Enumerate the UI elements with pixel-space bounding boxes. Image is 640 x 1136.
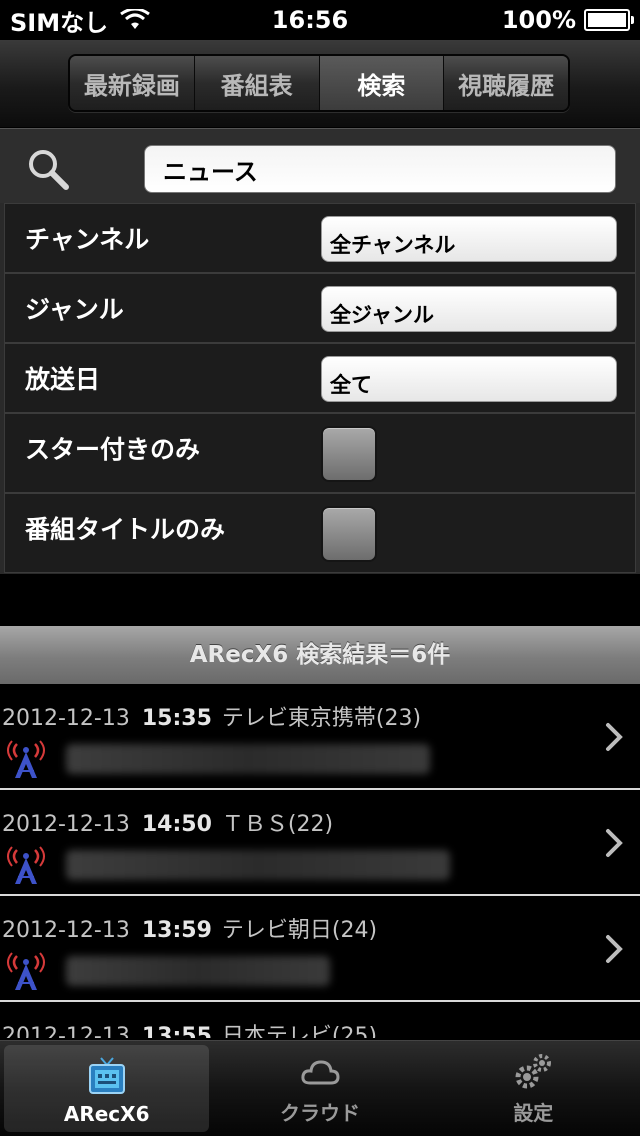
tab-watch-history[interactable]: 視聴履歴: [444, 56, 568, 110]
list-item[interactable]: 2012-12-13 13:55 日本テレビ(25): [0, 1002, 640, 1038]
genre-row: ジャンル 全ジャンル: [4, 273, 636, 343]
channel-row: チャンネル 全チャンネル: [4, 203, 636, 273]
results-header: ARecX6 検索結果＝6件: [0, 626, 640, 684]
blurred-title: [66, 850, 450, 880]
chevron-right-icon: [606, 723, 623, 751]
navigation-bar: 最新録画 番組表 検索 視聴履歴: [0, 40, 640, 128]
tv-icon: [88, 1057, 125, 1094]
date-select[interactable]: 全て: [321, 356, 617, 402]
result-time: 14:50: [141, 812, 212, 837]
antenna-icon: [7, 740, 45, 778]
title-only-row: 番組タイトルのみ: [4, 493, 636, 573]
result-channel: ＴＢＳ(22): [221, 812, 334, 837]
starred-only-row: スター付きのみ: [4, 413, 636, 493]
carrier-label: SIMなし: [10, 8, 109, 37]
tabbar-item-cloud[interactable]: クラウド: [217, 1045, 422, 1132]
blurred-title: [66, 956, 330, 986]
genre-select[interactable]: 全ジャンル: [321, 286, 617, 332]
result-date: 2012-12-13: [2, 1024, 130, 1038]
cloud-icon: [301, 1060, 340, 1085]
title-only-checkbox[interactable]: [321, 506, 377, 562]
search-form: チャンネル 全チャンネル ジャンル 全ジャンル 放送日 全て スター付きのみ 番…: [0, 128, 640, 574]
result-date: 2012-12-13: [2, 812, 130, 837]
tabbar-item-arecx6[interactable]: ARecX6: [4, 1045, 210, 1132]
battery-icon: [584, 9, 634, 31]
date-label: 放送日: [25, 365, 101, 394]
gears-icon: [515, 1054, 552, 1089]
channel-label: チャンネル: [25, 225, 150, 254]
tabbar-item-settings[interactable]: 設定: [431, 1045, 636, 1132]
tab-bar: ARecX6 クラウド 設定: [0, 1040, 640, 1136]
starred-only-label: スター付きのみ: [25, 435, 201, 464]
result-channel: テレビ朝日(24): [221, 918, 378, 943]
list-item[interactable]: 2012-12-13 15:35 テレビ東京携帯(23): [0, 684, 640, 790]
tabbar-label: ARecX6: [63, 1102, 150, 1126]
genre-label: ジャンル: [25, 295, 124, 324]
tab-program-guide[interactable]: 番組表: [194, 56, 320, 110]
result-channel: テレビ東京携帯(23): [221, 706, 422, 731]
wifi-icon: [120, 9, 150, 29]
result-time: 13:59: [141, 918, 212, 943]
antenna-icon: [7, 952, 45, 990]
battery-percent: 100%: [501, 6, 576, 34]
result-channel: 日本テレビ(25): [221, 1024, 378, 1038]
list-item[interactable]: 2012-12-13 14:50 ＴＢＳ(22): [0, 790, 640, 896]
result-time: 13:55: [141, 1024, 212, 1038]
blurred-title: [66, 744, 430, 774]
result-date: 2012-12-13: [2, 918, 130, 943]
status-bar: SIMなし 16:56 100%: [0, 0, 640, 40]
results-list: 2012-12-13 15:35 テレビ東京携帯(23) 2012-12-13 14:…: [0, 684, 640, 1038]
tab-latest-recordings[interactable]: 最新録画: [70, 56, 195, 110]
date-row: 放送日 全て: [4, 343, 636, 413]
tabbar-label: クラウド: [279, 1101, 360, 1125]
tabbar-label: 設定: [513, 1101, 554, 1125]
result-time: 15:35: [141, 706, 212, 731]
antenna-icon: [7, 846, 45, 884]
chevron-right-icon: [606, 829, 623, 857]
result-date: 2012-12-13: [2, 706, 130, 731]
segmented-control: 最新録画 番組表 検索 視聴履歴: [68, 54, 570, 112]
tab-search[interactable]: 検索: [319, 56, 445, 110]
starred-only-checkbox[interactable]: [321, 426, 377, 482]
search-input[interactable]: [144, 145, 616, 193]
title-only-label: 番組タイトルのみ: [25, 515, 226, 544]
search-row: [0, 129, 640, 203]
list-item[interactable]: 2012-12-13 13:59 テレビ朝日(24): [0, 896, 640, 1002]
chevron-right-icon: [606, 935, 623, 963]
search-icon: [29, 150, 69, 190]
channel-select[interactable]: 全チャンネル: [321, 216, 617, 262]
status-time: 16:56: [271, 6, 349, 34]
